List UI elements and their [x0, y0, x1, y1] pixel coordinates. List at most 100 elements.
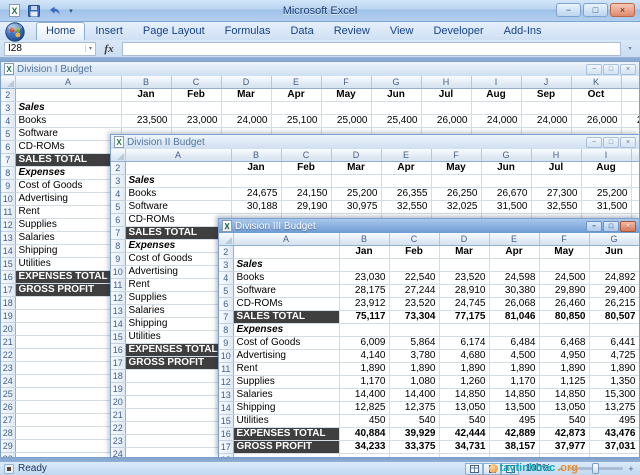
cell-A17[interactable]: GROSS PROFIT	[125, 357, 231, 370]
insert-function-button[interactable]: fx	[99, 43, 119, 55]
ribbon-tab-data[interactable]: Data	[280, 22, 323, 40]
cell-A7[interactable]: SALES TOTAL	[233, 311, 339, 324]
row-header-6[interactable]: 6	[1, 141, 15, 154]
row-header-14[interactable]: 14	[219, 402, 233, 415]
cell-A6[interactable]: CD-ROMs	[15, 141, 121, 154]
cell-F11[interactable]: 1,890	[539, 363, 589, 376]
cell-F8[interactable]	[539, 324, 589, 337]
cell-D5[interactable]: 28,910	[439, 285, 489, 298]
cell-A20[interactable]	[125, 396, 231, 409]
cell-E14[interactable]: 13,500	[489, 402, 539, 415]
cell-A15[interactable]: Utilities	[125, 331, 231, 344]
cell-G9[interactable]: 6,441	[589, 337, 639, 350]
cell-A22[interactable]	[15, 349, 121, 362]
row-header-3[interactable]: 3	[219, 259, 233, 272]
cell-J4[interactable]	[631, 188, 639, 201]
row-header-3[interactable]: 3	[111, 175, 125, 188]
cell-C10[interactable]: 3,780	[389, 350, 439, 363]
cell-B18[interactable]	[339, 454, 389, 458]
cell-J3[interactable]	[631, 175, 639, 188]
row-header-16[interactable]: 16	[1, 271, 15, 284]
cell-G5[interactable]: 31,500	[481, 201, 531, 214]
cell-A20[interactable]	[15, 323, 121, 336]
column-header-A[interactable]: A	[15, 76, 121, 89]
cell-C11[interactable]: 1,890	[389, 363, 439, 376]
cell-D2[interactable]: Mar	[439, 246, 489, 259]
cell-F6[interactable]: 26,460	[539, 298, 589, 311]
workbook-titlebar[interactable]: X Division I Budget − □ ×	[1, 62, 639, 76]
cell-F3[interactable]	[321, 102, 371, 115]
row-header-18[interactable]: 18	[219, 454, 233, 458]
cell-E3[interactable]	[271, 102, 321, 115]
qat-dropdown-icon[interactable]: ▾	[66, 3, 76, 19]
column-header-D[interactable]: D	[439, 233, 489, 246]
cell-D4[interactable]: 25,200	[331, 188, 381, 201]
cell-D3[interactable]	[439, 259, 489, 272]
cell-C2[interactable]: Feb	[171, 89, 221, 102]
maximize-button[interactable]: □	[583, 3, 608, 17]
cell-D18[interactable]	[439, 454, 489, 458]
row-header-5[interactable]: 5	[111, 201, 125, 214]
cell-E6[interactable]: 26,068	[489, 298, 539, 311]
row-header-23[interactable]: 23	[1, 362, 15, 375]
row-header-20[interactable]: 20	[1, 323, 15, 336]
cell-A16[interactable]: EXPENSES TOTAL	[125, 344, 231, 357]
formula-bar-expand-icon[interactable]: ▾	[624, 45, 636, 52]
row-header-2[interactable]: 2	[1, 89, 15, 102]
cell-D8[interactable]	[439, 324, 489, 337]
cell-A5[interactable]: Software	[15, 128, 121, 141]
cell-B16[interactable]: 40,884	[339, 428, 389, 441]
cell-A18[interactable]	[15, 297, 121, 310]
cell-A22[interactable]	[125, 422, 231, 435]
minimize-button[interactable]: −	[556, 3, 581, 17]
cell-A8[interactable]: Expenses	[233, 324, 339, 337]
cell-E13[interactable]: 14,850	[489, 389, 539, 402]
column-header-E[interactable]: E	[381, 149, 431, 162]
row-header-11[interactable]: 11	[219, 363, 233, 376]
cell-A10[interactable]: Advertising	[125, 266, 231, 279]
row-header-2[interactable]: 2	[111, 162, 125, 175]
row-header-7[interactable]: 7	[219, 311, 233, 324]
row-header-13[interactable]: 13	[219, 389, 233, 402]
cell-G17[interactable]: 37,031	[589, 441, 639, 454]
ribbon-tab-review[interactable]: Review	[324, 22, 380, 40]
row-header-20[interactable]: 20	[111, 396, 125, 409]
row-header-8[interactable]: 8	[111, 240, 125, 253]
cell-B9[interactable]: 6,009	[339, 337, 389, 350]
cell-A19[interactable]	[125, 383, 231, 396]
cell-F12[interactable]: 1,125	[539, 376, 589, 389]
cell-E4[interactable]: 26,355	[381, 188, 431, 201]
cell-E10[interactable]: 4,500	[489, 350, 539, 363]
cell-G6[interactable]: 26,215	[589, 298, 639, 311]
row-header-28[interactable]: 28	[1, 427, 15, 440]
cell-G11[interactable]: 1,890	[589, 363, 639, 376]
cell-A23[interactable]	[125, 435, 231, 448]
column-header-L[interactable]: L	[621, 76, 639, 89]
cell-C4[interactable]: 24,150	[281, 188, 331, 201]
cell-A3[interactable]: Sales	[125, 175, 231, 188]
cell-A5[interactable]: Software	[233, 285, 339, 298]
cell-B6[interactable]: 23,912	[339, 298, 389, 311]
cell-B2[interactable]: Jan	[339, 246, 389, 259]
cell-A14[interactable]: Shipping	[15, 245, 121, 258]
cell-E5[interactable]: 30,380	[489, 285, 539, 298]
cell-B4[interactable]: 24,675	[231, 188, 281, 201]
row-header-13[interactable]: 13	[1, 232, 15, 245]
cell-G16[interactable]: 43,476	[589, 428, 639, 441]
workbook-restore-button[interactable]: □	[603, 221, 619, 232]
cell-B13[interactable]: 14,400	[339, 389, 389, 402]
cell-D17[interactable]: 34,731	[439, 441, 489, 454]
row-header-4[interactable]: 4	[111, 188, 125, 201]
cell-B17[interactable]: 34,233	[339, 441, 389, 454]
cell-E12[interactable]: 1,170	[489, 376, 539, 389]
cell-C3[interactable]	[389, 259, 439, 272]
cell-B4[interactable]: 23,030	[339, 272, 389, 285]
column-header-B[interactable]: B	[231, 149, 281, 162]
cell-A16[interactable]: EXPENSES TOTAL	[15, 271, 121, 284]
cell-C4[interactable]: 23,000	[171, 115, 221, 128]
row-header-6[interactable]: 6	[219, 298, 233, 311]
row-header-7[interactable]: 7	[111, 227, 125, 240]
zoom-slider-thumb[interactable]	[592, 463, 599, 474]
cell-G3[interactable]	[371, 102, 421, 115]
row-header-25[interactable]: 25	[1, 388, 15, 401]
